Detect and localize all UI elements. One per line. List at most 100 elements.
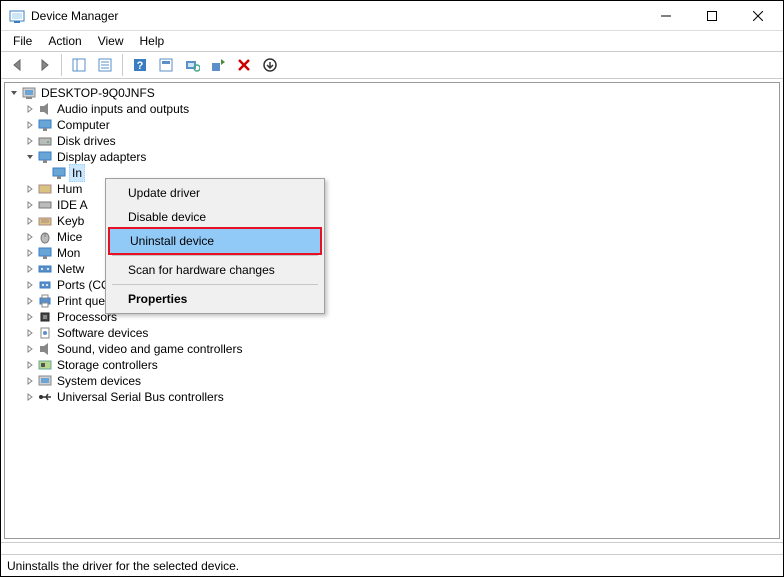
chevron-right-icon[interactable] bbox=[23, 277, 37, 293]
software-icon bbox=[37, 325, 53, 341]
system-icon bbox=[37, 373, 53, 389]
tree-label: Display adapters bbox=[55, 149, 148, 165]
tree-audio[interactable]: Audio inputs and outputs bbox=[7, 101, 777, 117]
tree-storage[interactable]: Storage controllers bbox=[7, 357, 777, 373]
device-tree-panel: DESKTOP-9Q0JNFS Audio inputs and outputs… bbox=[4, 82, 780, 539]
tree-label: Audio inputs and outputs bbox=[55, 101, 191, 117]
device-manager-window: Device Manager File Action View Help ? bbox=[0, 0, 784, 577]
tree-label: Mice bbox=[55, 229, 84, 245]
tree-label-selected: In bbox=[69, 164, 85, 182]
statusbar: Uninstalls the driver for the selected d… bbox=[1, 554, 783, 576]
chevron-down-icon[interactable] bbox=[7, 85, 21, 101]
chevron-right-icon[interactable] bbox=[23, 181, 37, 197]
minimize-button[interactable] bbox=[643, 2, 689, 30]
tree-system[interactable]: System devices bbox=[7, 373, 777, 389]
window-controls bbox=[643, 2, 781, 30]
context-uninstall-device[interactable]: Uninstall device bbox=[108, 227, 322, 255]
forward-button[interactable] bbox=[32, 53, 56, 77]
context-scan-hardware[interactable]: Scan for hardware changes bbox=[108, 258, 322, 282]
context-properties[interactable]: Properties bbox=[108, 287, 322, 311]
chevron-right-icon[interactable] bbox=[23, 245, 37, 261]
tree-label: Computer bbox=[55, 117, 112, 133]
tree-label: Hum bbox=[55, 181, 84, 197]
chevron-right-icon[interactable] bbox=[23, 341, 37, 357]
maximize-button[interactable] bbox=[689, 2, 735, 30]
menu-action[interactable]: Action bbox=[40, 32, 89, 50]
disk-icon bbox=[37, 133, 53, 149]
chevron-right-icon[interactable] bbox=[23, 309, 37, 325]
hid-icon bbox=[37, 181, 53, 197]
menu-view[interactable]: View bbox=[90, 32, 132, 50]
tree-root-label: DESKTOP-9Q0JNFS bbox=[39, 85, 157, 101]
chevron-right-icon[interactable] bbox=[23, 357, 37, 373]
chevron-right-icon[interactable] bbox=[23, 325, 37, 341]
chevron-right-icon[interactable] bbox=[23, 101, 37, 117]
chevron-right-icon[interactable] bbox=[23, 213, 37, 229]
tree-label: Sound, video and game controllers bbox=[55, 341, 244, 357]
show-hide-tree-button[interactable] bbox=[67, 53, 91, 77]
app-icon bbox=[9, 8, 25, 24]
tree-disk[interactable]: Disk drives bbox=[7, 133, 777, 149]
tree-sound[interactable]: Sound, video and game controllers bbox=[7, 341, 777, 357]
uninstall-button[interactable] bbox=[232, 53, 256, 77]
chevron-right-icon[interactable] bbox=[23, 197, 37, 213]
toolbar-separator bbox=[122, 54, 123, 76]
tree-display[interactable]: Display adapters bbox=[7, 149, 777, 165]
chevron-right-icon[interactable] bbox=[23, 293, 37, 309]
window-title: Device Manager bbox=[31, 9, 643, 23]
properties-button[interactable] bbox=[93, 53, 117, 77]
tree-label: Netw bbox=[55, 261, 86, 277]
statusbar-divider bbox=[1, 542, 783, 554]
close-button[interactable] bbox=[735, 2, 781, 30]
update-driver-button[interactable] bbox=[206, 53, 230, 77]
context-separator bbox=[112, 284, 318, 285]
toolbar-separator bbox=[61, 54, 62, 76]
monitor-icon bbox=[37, 245, 53, 261]
titlebar: Device Manager bbox=[1, 1, 783, 31]
computer-icon bbox=[21, 85, 37, 101]
ide-icon bbox=[37, 197, 53, 213]
tree-label: Mon bbox=[55, 245, 82, 261]
audio-icon bbox=[37, 101, 53, 117]
scan-hardware-button[interactable] bbox=[180, 53, 204, 77]
chevron-right-icon[interactable] bbox=[23, 261, 37, 277]
tree-label: Universal Serial Bus controllers bbox=[55, 389, 226, 405]
network-icon bbox=[37, 261, 53, 277]
usb-icon bbox=[37, 389, 53, 405]
storage-icon bbox=[37, 357, 53, 373]
chevron-right-icon[interactable] bbox=[23, 133, 37, 149]
back-button[interactable] bbox=[6, 53, 30, 77]
context-menu: Update driver Disable device Uninstall d… bbox=[105, 178, 325, 314]
tree-label: Disk drives bbox=[55, 133, 118, 149]
chevron-right-icon[interactable] bbox=[23, 229, 37, 245]
chevron-right-icon[interactable] bbox=[23, 373, 37, 389]
processor-icon bbox=[37, 309, 53, 325]
context-update-driver[interactable]: Update driver bbox=[108, 181, 322, 205]
tree-label: Storage controllers bbox=[55, 357, 160, 373]
svg-text:?: ? bbox=[137, 60, 144, 72]
context-disable-device[interactable]: Disable device bbox=[108, 205, 322, 229]
tree-usb[interactable]: Universal Serial Bus controllers bbox=[7, 389, 777, 405]
menu-help[interactable]: Help bbox=[132, 32, 173, 50]
chevron-right-icon[interactable] bbox=[23, 389, 37, 405]
tree-software[interactable]: Software devices bbox=[7, 325, 777, 341]
monitor-icon bbox=[37, 117, 53, 133]
printer-icon bbox=[37, 293, 53, 309]
menubar: File Action View Help bbox=[1, 31, 783, 51]
tree-computer[interactable]: Computer bbox=[7, 117, 777, 133]
tree-root[interactable]: DESKTOP-9Q0JNFS bbox=[7, 85, 777, 101]
disable-button[interactable] bbox=[258, 53, 282, 77]
chevron-down-icon[interactable] bbox=[23, 149, 37, 165]
context-separator bbox=[112, 255, 318, 256]
action-button[interactable] bbox=[154, 53, 178, 77]
mouse-icon bbox=[37, 229, 53, 245]
menu-file[interactable]: File bbox=[5, 32, 40, 50]
chevron-right-icon[interactable] bbox=[23, 117, 37, 133]
statusbar-text: Uninstalls the driver for the selected d… bbox=[7, 559, 239, 573]
help-button[interactable]: ? bbox=[128, 53, 152, 77]
keyboard-icon bbox=[37, 213, 53, 229]
display-adapter-icon bbox=[37, 149, 53, 165]
display-adapter-icon bbox=[51, 165, 67, 181]
sound-icon bbox=[37, 341, 53, 357]
tree-label: Keyb bbox=[55, 213, 86, 229]
